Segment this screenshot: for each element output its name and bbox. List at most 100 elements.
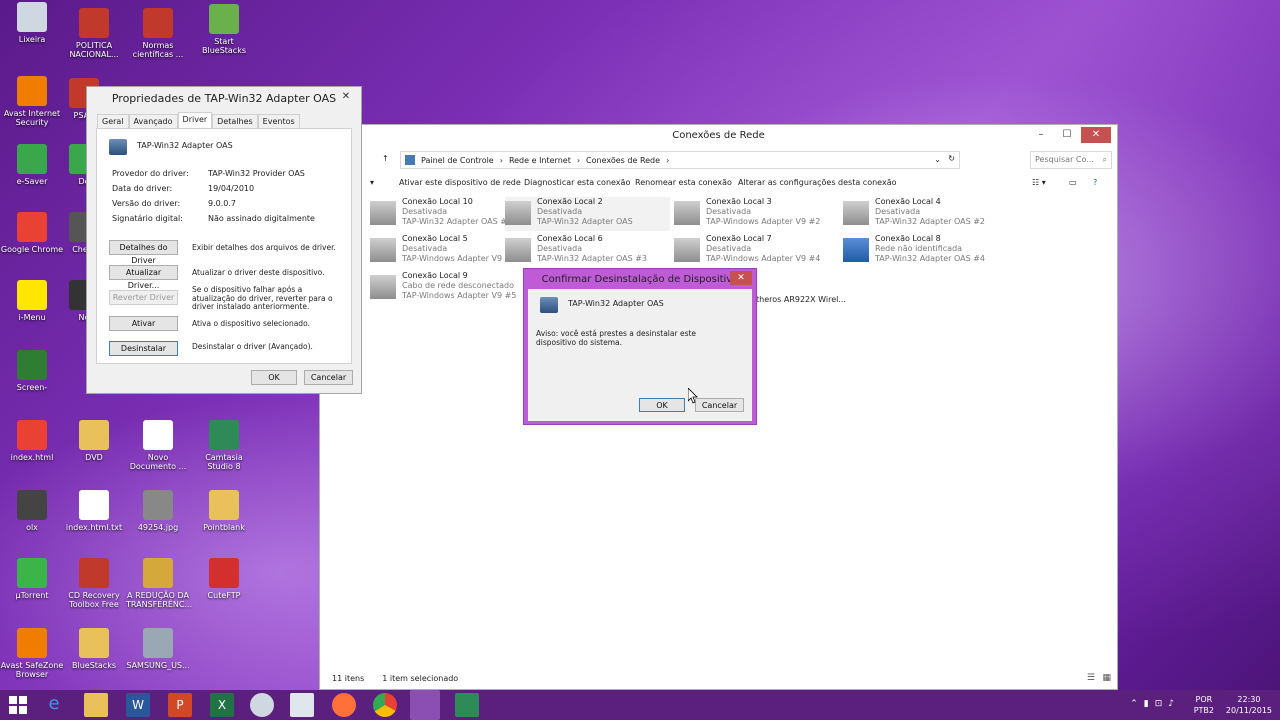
enable-device-button[interactable]: Ativar este dispositivo de rede (399, 178, 521, 187)
desktop-icon[interactable]: CD Recovery Toolbox Free (62, 558, 126, 609)
diagnose-button[interactable]: Diagnosticar esta conexão (524, 178, 630, 187)
tab-general[interactable]: Geral (97, 114, 129, 128)
network-connections-taskbar-icon[interactable] (410, 690, 440, 720)
desktop-icon[interactable]: Normas científicas ... (126, 8, 190, 59)
excel-icon[interactable]: X (210, 693, 234, 717)
tiles-view-icon[interactable]: ▦ (1102, 673, 1111, 683)
cancel-button[interactable]: Cancelar (304, 370, 353, 385)
update-driver-desc: Atualizar o driver deste dispositivo. (192, 268, 325, 277)
connection-status: Rede não identificada (875, 244, 963, 253)
powerpoint-icon[interactable]: P (168, 693, 192, 717)
desktop-icon[interactable]: Start BlueStacks (192, 4, 256, 55)
mouse-cursor-icon (688, 388, 698, 404)
chrome-icon (17, 212, 47, 242)
rollback-driver-button[interactable]: Reverter Driver (109, 290, 178, 305)
enable-button[interactable]: Ativar (109, 316, 178, 331)
connection-item[interactable]: Conexão Local 9 Cabo de rede desconectado… (370, 271, 535, 305)
camtasia-icon[interactable] (455, 693, 479, 717)
update-driver-button[interactable]: Atualizar Driver... (109, 265, 178, 290)
tab-details[interactable]: Detalhes (212, 114, 258, 128)
address-bar: ↑ Painel de Controle › Rede e Internet ›… (320, 149, 1117, 171)
tab-advanced[interactable]: Avançado (128, 114, 178, 128)
tab-driver[interactable]: Driver (177, 112, 213, 128)
connection-item[interactable]: Conexão Local 7 Desativada TAP-Windows Ada… (674, 234, 839, 268)
esaver-icon (17, 144, 47, 174)
tray-icons[interactable]: ⌃▮⊡♪ (1130, 699, 1180, 709)
change-settings-button[interactable]: Alterar as configurações desta conexão (738, 178, 896, 187)
desktop-icon-label: Pointblank (203, 523, 245, 532)
search-input[interactable]: Pesquisar Co... ⌕ (1030, 151, 1112, 169)
ok-button[interactable]: OK (251, 370, 297, 385)
taskbar: e W P X ⌃▮⊡♪ POR PTB2 22:30 20/11/2015 (0, 690, 1280, 720)
smiley-icon (17, 280, 47, 310)
connection-status: Desativada (537, 244, 583, 253)
properties-titlebar[interactable]: Propriedades de TAP-Win32 Adapter OAS ✕ (87, 87, 361, 109)
desktop-icon[interactable]: DVD (62, 420, 126, 462)
confirm-titlebar[interactable]: Confirmar Desinstalação de Dispositivo ✕ (524, 269, 756, 289)
chevron-down-icon[interactable]: ▾ (370, 178, 374, 187)
close-icon[interactable]: ✕ (1081, 127, 1111, 143)
desktop-icon[interactable]: index.html.txt (62, 490, 126, 532)
chrome-icon[interactable] (373, 693, 397, 717)
connection-item[interactable]: Conexão Local 2 Desativada TAP-Win32 Adapt… (505, 197, 670, 231)
internet-explorer-icon[interactable]: e (42, 693, 66, 717)
confirm-ok-button[interactable]: OK (639, 398, 685, 412)
desktop-icon[interactable]: index.html (0, 420, 64, 462)
desktop-icon[interactable]: A REDUÇÃO DA TRANSFERÊNC... (126, 558, 192, 609)
up-arrow-icon[interactable]: ↑ (382, 154, 389, 163)
connection-item[interactable]: Conexão Local 6 Desativada TAP-Win32 Adapt… (505, 234, 670, 268)
desktop-icon[interactable]: POLITICA NACIONAL... (62, 8, 126, 59)
help-icon[interactable]: ? (1093, 178, 1097, 187)
desktop-icon[interactable]: olx (0, 490, 64, 532)
connection-item[interactable]: Conexão Local 4 Desativada TAP-Win32 Adapt… (843, 197, 1008, 231)
desktop-icon[interactable]: SAMSUNG_US... (126, 628, 190, 670)
details-view-icon[interactable]: ☰ (1087, 673, 1095, 683)
desktop-icon[interactable]: Novo Documento ... (126, 420, 190, 471)
desktop-icon[interactable]: Lixeira (0, 2, 64, 44)
close-icon[interactable]: ✕ (730, 271, 752, 285)
connection-adapter: TAP-Windows Adapter V9 #5 (402, 291, 517, 300)
signer-label: Signatário digital: (112, 214, 183, 223)
language-indicator[interactable]: POR PTB2 (1194, 694, 1214, 716)
word-icon[interactable]: W (126, 693, 150, 717)
breadcrumb-network[interactable]: Rede e Internet (509, 156, 571, 165)
pane-icon[interactable]: ▭ (1069, 178, 1077, 187)
desktop-icon[interactable]: Screen- (0, 350, 64, 392)
wireless-connection-partial[interactable]: theros AR922X Wirel... (756, 295, 846, 304)
firefox-icon[interactable] (332, 693, 356, 717)
desktop-icon[interactable]: µTorrent (0, 558, 64, 600)
app-icon[interactable] (250, 693, 274, 717)
connection-adapter: TAP-Win32 Adapter OAS #5 (402, 217, 513, 226)
driver-details-button[interactable]: Detalhes do Driver (109, 240, 178, 265)
connection-item[interactable]: Conexão Local 8 Rede não identificada TAP-… (843, 234, 1008, 268)
connection-status: Desativada (402, 207, 448, 216)
clock[interactable]: 22:30 20/11/2015 (1226, 694, 1272, 716)
desktop-icon[interactable]: BlueStacks (62, 628, 126, 670)
connection-item[interactable]: Conexão Local 3 Desativada TAP-Windows Ada… (674, 197, 839, 231)
breadcrumb-connections[interactable]: Conexões de Rede (586, 156, 660, 165)
breadcrumb-control-panel[interactable]: Painel de Controle (421, 156, 494, 165)
view-options-icon[interactable]: ☷ ▾ (1032, 178, 1046, 187)
desktop-icon[interactable]: 49254.jpg (126, 490, 190, 532)
provider-value: TAP-Win32 Provider OAS (208, 169, 305, 178)
desktop-icon[interactable]: Avast SafeZone Browser (0, 628, 64, 679)
desktop-icon-label: Start BlueStacks (201, 37, 247, 55)
connection-status: Desativada (537, 207, 583, 216)
close-icon[interactable]: ✕ (337, 89, 355, 105)
explorer-titlebar[interactable]: Conexões de Rede – ☐ ✕ (320, 125, 1117, 145)
windows-start-icon[interactable] (6, 693, 30, 717)
tab-events[interactable]: Eventos (257, 114, 300, 128)
breadcrumb[interactable]: Painel de Controle › Rede e Internet › C… (400, 151, 960, 169)
desktop-icon[interactable]: CuteFTP (192, 558, 256, 600)
file-explorer-icon[interactable] (84, 693, 108, 717)
refresh-icon[interactable]: ↻ (948, 154, 955, 163)
confirm-cancel-button[interactable]: Cancelar (695, 398, 744, 412)
rename-button[interactable]: Renomear esta conexão (635, 178, 732, 187)
chevron-down-icon[interactable]: ⌄ (934, 155, 941, 164)
uninstall-button[interactable]: Desinstalar (109, 341, 178, 356)
desktop-icon[interactable]: Camtasia Studio 8 (192, 420, 256, 471)
minimize-icon[interactable]: – (1029, 127, 1053, 143)
desktop-icon[interactable]: Pointblank (192, 490, 256, 532)
calculator-icon[interactable] (290, 693, 314, 717)
maximize-icon[interactable]: ☐ (1055, 127, 1079, 143)
